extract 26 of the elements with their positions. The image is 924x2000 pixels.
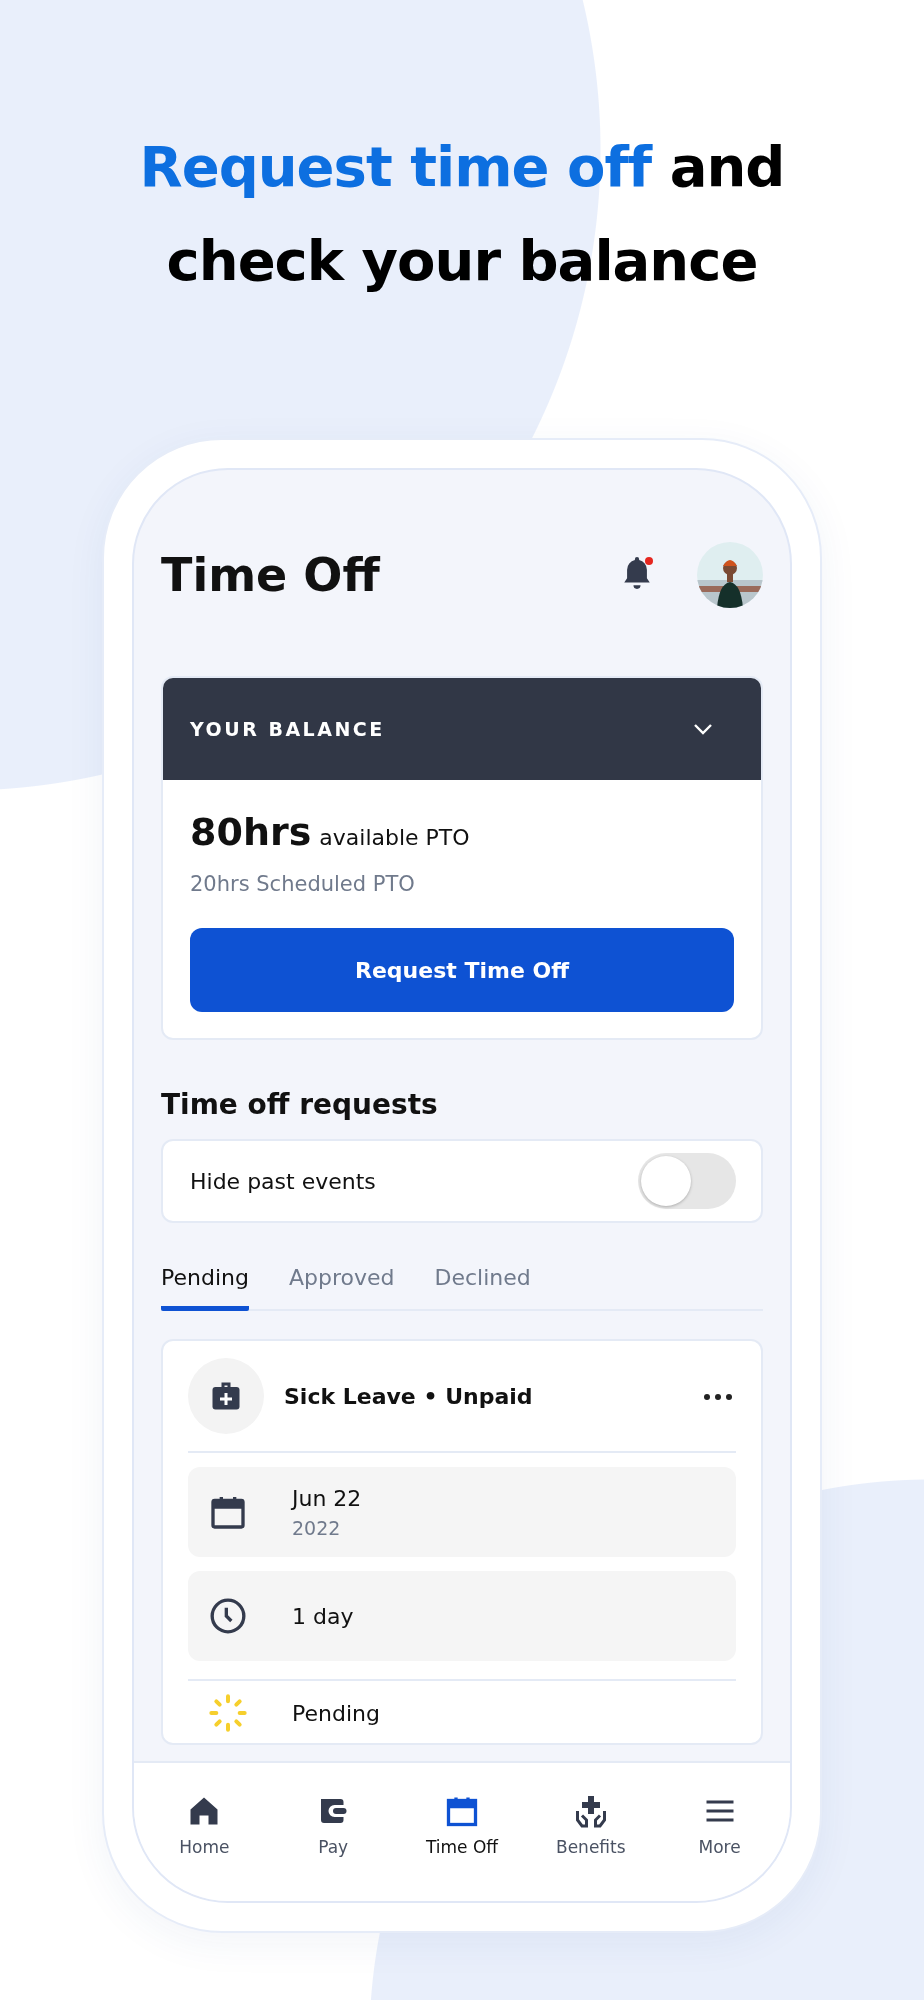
scheduled-hours: 20hrs Scheduled PTO bbox=[190, 872, 416, 896]
nav-item[interactable]: Pay bbox=[278, 1763, 389, 1887]
tab[interactable]: Declined bbox=[434, 1257, 531, 1311]
nav-item[interactable]: More bbox=[664, 1763, 775, 1887]
tab[interactable]: Pending bbox=[161, 1257, 249, 1311]
balance-hours: 80hrs bbox=[190, 810, 312, 854]
detail-text: Jun 22 bbox=[292, 1485, 362, 1511]
pending-icon bbox=[208, 1693, 248, 1733]
toggle-switch[interactable] bbox=[638, 1153, 736, 1209]
toggle-label: Hide past events bbox=[190, 1168, 376, 1194]
nav-item[interactable]: Home bbox=[149, 1763, 260, 1887]
request-title: Sick Leave • Unpaid bbox=[284, 1383, 534, 1409]
request-button[interactable]: Request Time Off bbox=[190, 928, 734, 1012]
headline: Request time off and check your balance bbox=[138, 133, 786, 295]
balance-label: available PTO bbox=[319, 825, 470, 850]
nav-item[interactable]: Benefits bbox=[535, 1763, 646, 1887]
status-text: Pending bbox=[292, 1700, 380, 1726]
balance-header[interactable]: YOUR BALANCE bbox=[163, 678, 761, 780]
tab[interactable]: Approved bbox=[288, 1257, 395, 1311]
detail-text: 1 day bbox=[292, 1603, 354, 1629]
section-title: Time off requests bbox=[161, 1088, 439, 1121]
clock-icon bbox=[208, 1596, 248, 1636]
ellipsis-icon bbox=[703, 1392, 733, 1401]
nav-item[interactable]: Time Off bbox=[407, 1763, 517, 1887]
page-title: Time Off bbox=[161, 548, 382, 602]
detail-subtext: 2022 bbox=[292, 1516, 342, 1539]
